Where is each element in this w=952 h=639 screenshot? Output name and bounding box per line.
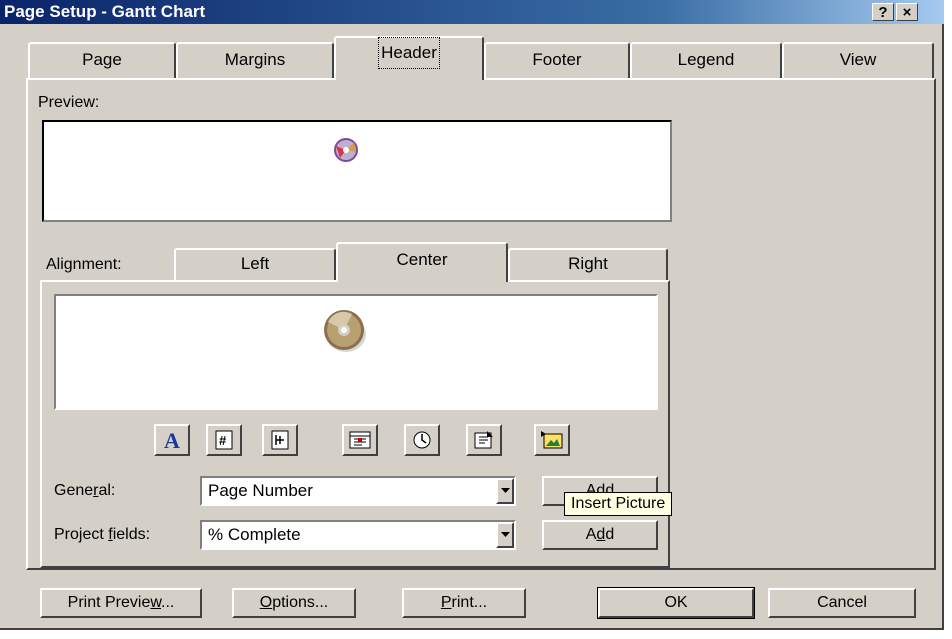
insert-total-pages-button[interactable] <box>262 424 298 456</box>
insert-picture-tooltip: Insert Picture <box>564 492 673 516</box>
tab-view-label: View <box>839 50 877 69</box>
chevron-down-icon <box>500 488 510 493</box>
tab-margins-label: Margins <box>224 50 286 69</box>
insert-file-name-icon <box>474 431 493 449</box>
alignment-tab-center[interactable]: Center <box>336 242 508 282</box>
format-text-font-icon: A <box>164 429 180 451</box>
close-button[interactable]: × <box>896 3 918 21</box>
insert-total-pages-icon <box>271 430 289 450</box>
help-button[interactable]: ? <box>872 3 894 21</box>
print-button[interactable]: Print... <box>402 588 526 618</box>
general-label: General: <box>54 482 116 499</box>
project-fields-label: Project fields: <box>54 526 151 543</box>
insert-page-number-button[interactable]: # <box>206 424 242 456</box>
insert-picture-icon <box>541 431 563 449</box>
general-dropdown[interactable]: Page Number <box>200 476 516 506</box>
section-edit-box[interactable] <box>54 294 658 410</box>
alignment-tab-right-label: Right <box>568 254 608 273</box>
tab-header[interactable]: Header <box>334 36 484 80</box>
svg-text:A: A <box>164 429 180 451</box>
format-text-font-button[interactable]: A <box>154 424 190 456</box>
tab-margins[interactable]: Margins <box>176 42 334 78</box>
project-fields-dropdown-arrow[interactable] <box>496 522 514 548</box>
tab-footer[interactable]: Footer <box>484 42 630 78</box>
tab-footer-label: Footer <box>532 50 582 69</box>
header-preview-box <box>42 120 672 222</box>
tab-legend[interactable]: Legend <box>630 42 782 78</box>
alignment-tab-left[interactable]: Left <box>174 248 336 280</box>
insert-current-time-icon <box>413 431 431 449</box>
project-fields-value: % Complete <box>208 525 301 544</box>
insert-current-date-button[interactable] <box>342 424 378 456</box>
insert-current-date-icon <box>349 431 371 449</box>
alignment-tab-left-label: Left <box>240 254 270 273</box>
svg-text:#: # <box>219 433 227 448</box>
alignment-tab-right[interactable]: Right <box>508 248 668 280</box>
general-value: Page Number <box>208 481 313 500</box>
tab-legend-label: Legend <box>677 50 735 69</box>
alignment-label: Alignment: <box>46 256 122 273</box>
window-title: Page Setup - Gantt Chart <box>4 2 206 21</box>
tab-page[interactable]: Page <box>28 42 176 78</box>
print-preview-button[interactable]: Print Preview... <box>40 588 202 618</box>
page-setup-dialog: Page Setup - Gantt Chart ? × Page Margin… <box>0 0 944 630</box>
cd-picture-icon <box>324 310 366 352</box>
chevron-down-icon <box>500 532 510 537</box>
insert-current-time-button[interactable] <box>404 424 440 456</box>
insert-picture-button[interactable] <box>534 424 570 456</box>
options-button[interactable]: Options... <box>232 588 356 618</box>
title-bar: Page Setup - Gantt Chart ? × <box>0 0 944 24</box>
general-dropdown-arrow[interactable] <box>496 478 514 504</box>
cd-picture-icon <box>334 138 358 162</box>
insert-page-number-icon: # <box>215 430 233 450</box>
preview-label: Preview: <box>38 94 100 111</box>
cancel-button[interactable]: Cancel <box>768 588 916 618</box>
tab-page-label: Page <box>82 50 122 69</box>
insert-file-name-button[interactable] <box>466 424 502 456</box>
alignment-tab-center-label: Center <box>396 250 448 269</box>
ok-button[interactable]: OK <box>597 587 755 619</box>
project-fields-add-button[interactable]: Add <box>542 520 658 550</box>
tab-header-label: Header <box>378 37 440 69</box>
project-fields-dropdown[interactable]: % Complete <box>200 520 516 550</box>
tab-view[interactable]: View <box>782 42 934 78</box>
